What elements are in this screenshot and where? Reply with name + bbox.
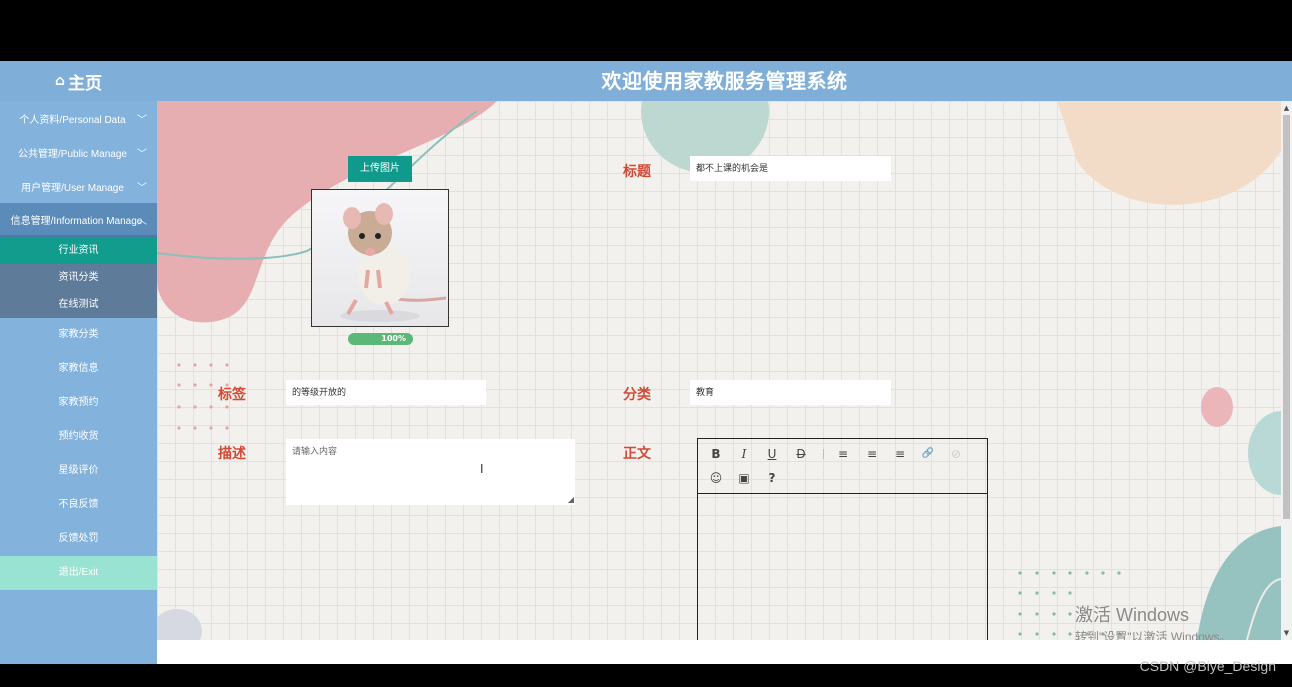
resize-handle-icon[interactable]: ◢	[568, 495, 574, 504]
home-icon: ⌂	[54, 73, 66, 89]
chevron-down-icon: ﹀	[137, 182, 147, 194]
editor-body[interactable]	[698, 494, 987, 640]
activation-subtitle: 转到"设置"以激活 Windows。	[1075, 630, 1232, 640]
sidebar-group-personal[interactable]: 个人资料/Personal Data ﹀	[0, 101, 157, 135]
chevron-up-icon: ︿	[137, 215, 147, 227]
sidebar-item-star-rating[interactable]: 星级评价	[0, 454, 157, 488]
body-label: 正文	[623, 446, 651, 462]
help-icon[interactable]: ?	[762, 468, 782, 488]
scroll-down-arrow-icon[interactable]: ▼	[1282, 628, 1291, 638]
content-bottom-strip	[157, 640, 1292, 664]
image-icon[interactable]: ▣	[734, 468, 754, 488]
screen-bottom-border	[0, 664, 1292, 687]
description-placeholder: 请输入内容	[292, 446, 338, 456]
link-icon[interactable]: 🔗	[918, 444, 938, 464]
chevron-down-icon: ﹀	[137, 148, 147, 160]
chevron-down-icon: ﹀	[137, 114, 147, 126]
toolbar-divider	[823, 449, 824, 459]
sidebar-group-label: 公共管理/Public Manage	[18, 148, 127, 160]
category-select[interactable]: 教育	[690, 380, 891, 405]
italic-icon[interactable]: I	[734, 444, 754, 464]
align-center-icon[interactable]: ≡	[862, 444, 882, 464]
sidebar-item-online-test[interactable]: 在线测试	[0, 291, 157, 318]
header-bar: ⌂ 主页 欢迎使用家教服务管理系统	[0, 61, 1292, 101]
strikethrough-icon[interactable]: D	[791, 444, 811, 464]
description-label: 描述	[218, 446, 246, 462]
sidebar-group-user[interactable]: 用户管理/User Manage ﹀	[0, 169, 157, 203]
text-cursor-icon: I	[480, 462, 484, 476]
align-left-icon[interactable]: ≡	[833, 444, 853, 464]
home-link[interactable]: ⌂ 主页	[0, 61, 157, 101]
rich-text-editor[interactable]: B I U D ≡ ≡ ≡ 🔗 ⊘ ☺ ▣ ?	[697, 438, 988, 640]
align-right-icon[interactable]: ≡	[890, 444, 910, 464]
sidebar-group-label: 信息管理/Information Manage	[10, 215, 143, 227]
sidebar-item-booking-receipt[interactable]: 预约收货	[0, 420, 157, 454]
windows-activation-watermark: 激活 Windows 转到"设置"以激活 Windows。	[1075, 601, 1232, 640]
sidebar-submenu: 行业资讯 资讯分类 在线测试	[0, 237, 157, 318]
emoji-icon[interactable]: ☺	[706, 468, 726, 488]
main-content: 上传图片 100% 标题 都不上课的机会是 标签 的等级开放的 分类 教育 描述	[157, 101, 1281, 640]
activation-title: 激活 Windows	[1075, 605, 1190, 625]
sidebar-item-news-category[interactable]: 资讯分类	[0, 264, 157, 291]
sidebar-group-label: 个人资料/Personal Data	[19, 114, 126, 126]
sidebar-item-bad-feedback[interactable]: 不良反馈	[0, 488, 157, 522]
vertical-scrollbar[interactable]: ▲ ▼	[1281, 101, 1292, 640]
description-textarea[interactable]: 请输入内容 ◢	[286, 439, 575, 505]
tag-label: 标签	[218, 387, 246, 403]
home-label: 主页	[68, 73, 103, 94]
sidebar-group-public[interactable]: 公共管理/Public Manage ﹀	[0, 135, 157, 169]
upload-progress-bar: 100%	[348, 333, 413, 345]
rat-photo	[340, 203, 447, 322]
scrollbar-thumb[interactable]	[1283, 115, 1290, 519]
sidebar-group-label: 用户管理/User Manage	[21, 182, 124, 194]
sidebar: 个人资料/Personal Data ﹀ 公共管理/Public Manage …	[0, 101, 157, 664]
underline-icon[interactable]: U	[762, 444, 782, 464]
sidebar-item-industry-news[interactable]: 行业资讯	[0, 237, 157, 264]
scroll-up-arrow-icon[interactable]: ▲	[1282, 103, 1291, 113]
sidebar-item-tutor-booking[interactable]: 家教预约	[0, 386, 157, 420]
title-label: 标题	[623, 164, 651, 180]
bold-icon[interactable]: B	[706, 444, 726, 464]
sidebar-item-tutor-info[interactable]: 家教信息	[0, 352, 157, 386]
sidebar-item-exit[interactable]: 退出/Exit	[0, 556, 157, 590]
editor-toolbar: B I U D ≡ ≡ ≡ 🔗 ⊘ ☺ ▣ ?	[698, 439, 987, 494]
sidebar-item-tutor-category[interactable]: 家教分类	[0, 318, 157, 352]
csdn-watermark: CSDN @Biye_Design	[1139, 658, 1276, 674]
title-input[interactable]: 都不上课的机会是	[690, 156, 891, 181]
category-label: 分类	[623, 387, 651, 403]
page-title: 欢迎使用家教服务管理系统	[601, 69, 848, 93]
tag-input[interactable]: 的等级开放的	[286, 380, 486, 405]
sidebar-group-information[interactable]: 信息管理/Information Manage ︿	[0, 203, 157, 237]
screen-top-border	[0, 0, 1292, 61]
upload-image-button[interactable]: 上传图片	[348, 156, 412, 182]
app-window: ⌂ 主页 欢迎使用家教服务管理系统 个人资料/Personal Data ﹀ 公…	[0, 61, 1292, 664]
uploaded-image-preview[interactable]	[311, 189, 449, 327]
unlink-icon[interactable]: ⊘	[946, 444, 966, 464]
sidebar-item-feedback-penalty[interactable]: 反馈处罚	[0, 522, 157, 556]
